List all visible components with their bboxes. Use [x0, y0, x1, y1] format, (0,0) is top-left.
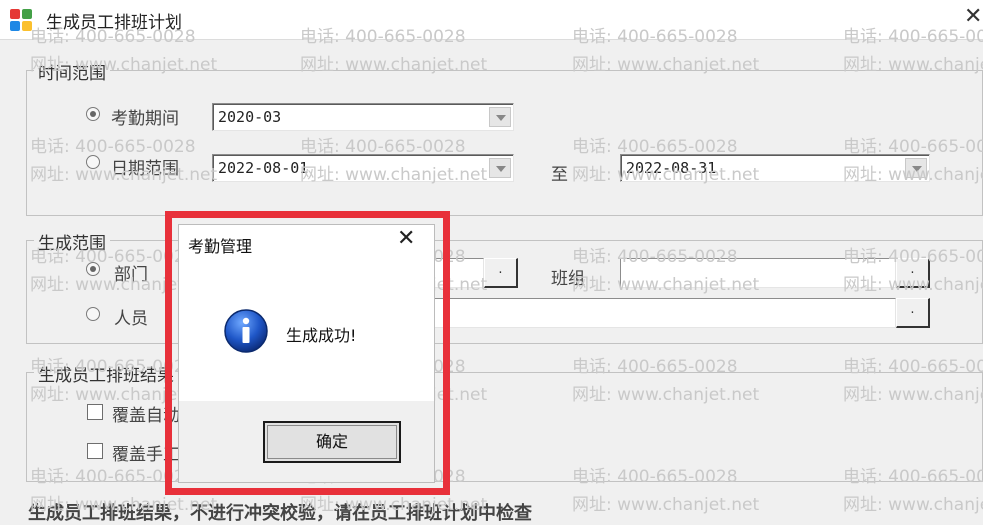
chevron-down-icon[interactable] — [489, 107, 511, 127]
attendance-period-label: 考勤期间 — [111, 109, 179, 129]
date-range-radio[interactable] — [86, 155, 100, 169]
department-browse-button[interactable]: . — [484, 258, 518, 288]
overwrite-auto-checkbox[interactable] — [87, 404, 103, 420]
attendance-period-select[interactable]: 2020-03 — [212, 103, 514, 131]
highlight-box — [165, 211, 450, 495]
chevron-down-icon[interactable] — [905, 158, 927, 178]
person-radio[interactable] — [86, 307, 100, 321]
date-range-end-value: 2022-08-31 — [626, 159, 717, 177]
result-legend: 生成员工排班结果 — [34, 361, 178, 386]
app-grid-icon — [10, 9, 32, 31]
time-range-legend: 时间范围 — [34, 59, 110, 84]
window-titlebar: 生成员工排班计划 ✕ — [0, 0, 983, 40]
team-label: 班组 — [551, 269, 585, 289]
footer-note: 生成员工排班结果，不进行冲突校验，请在员工排班计划中检查 — [28, 503, 532, 524]
attendance-period-value: 2020-03 — [218, 108, 282, 126]
team-input[interactable] — [620, 258, 896, 288]
person-browse-button[interactable]: . — [896, 298, 930, 328]
department-radio[interactable] — [86, 262, 100, 276]
date-range-end-picker[interactable]: 2022-08-31 — [620, 154, 930, 182]
watermark-site-text: 网址: www.chanjet.net — [572, 495, 760, 515]
chevron-down-icon[interactable] — [489, 158, 511, 178]
date-range-start-picker[interactable]: 2022-08-01 — [212, 154, 514, 182]
person-label: 人员 — [114, 309, 148, 329]
overwrite-manual-checkbox[interactable] — [87, 443, 103, 459]
date-range-start-value: 2022-08-01 — [218, 159, 309, 177]
date-range-label: 日期范围 — [111, 159, 179, 179]
time-range-group — [26, 70, 983, 216]
team-browse-button[interactable]: . — [896, 258, 930, 288]
date-range-to-label: 至 — [551, 165, 568, 185]
department-label: 部门 — [114, 265, 148, 285]
attendance-period-radio[interactable] — [86, 107, 100, 121]
watermark-site-text: 网址: www.chanjet.net — [843, 495, 983, 515]
window-close-icon[interactable]: ✕ — [964, 6, 982, 28]
window-title: 生成员工排班计划 — [46, 13, 182, 33]
scope-legend: 生成范围 — [34, 229, 110, 254]
